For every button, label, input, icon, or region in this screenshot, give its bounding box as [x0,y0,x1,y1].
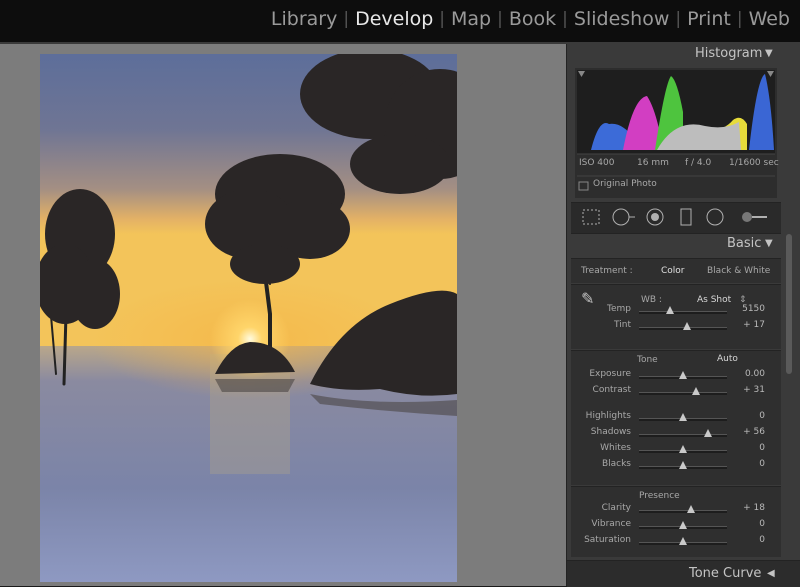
slider-highlights[interactable]: Highlights 0 [567,408,797,424]
slider-value[interactable]: 0 [725,459,765,469]
slider-label: Saturation [584,535,631,545]
slider-vibrance[interactable]: Vibrance 0 [567,516,797,532]
spot-removal-icon[interactable] [612,208,635,226]
slider-shadows[interactable]: Shadows + 56 [567,424,797,440]
module-web[interactable]: Web [743,8,796,30]
slider-label: Highlights [585,411,631,421]
histogram-focal-length: 16 mm [637,158,669,168]
slider-value[interactable]: + 31 [725,385,765,395]
slider-value[interactable]: + 17 [725,320,765,330]
histogram-shutter-speed: 1/1600 sec [729,158,779,168]
slider-thumb[interactable] [679,461,687,469]
slider-contrast[interactable]: Contrast + 31 [567,382,797,398]
slider-value[interactable]: + 56 [725,427,765,437]
slider-thumb[interactable] [679,537,687,545]
module-library[interactable]: Library [265,8,343,30]
slider-whites[interactable]: Whites 0 [567,440,797,456]
slider-thumb[interactable] [666,306,674,314]
module-list: Library | Develop | Map | Book | Slidesh… [265,8,796,30]
tone-curve-header[interactable]: Tone Curve ◀ [567,560,800,587]
slider-label: Exposure [589,369,631,379]
basic-panel-title[interactable]: Basic [727,236,761,251]
tone-auto-button[interactable]: Auto [717,354,738,364]
slider-thumb[interactable] [679,371,687,379]
slider-temp[interactable]: Temp 5150 [567,301,797,317]
slider-track[interactable] [639,434,727,437]
slider-value[interactable]: 0 [725,411,765,421]
slider-label: Whites [600,443,631,453]
expand-tone-curve-icon[interactable]: ◀ [767,568,775,579]
slider-value[interactable]: 5150 [725,304,765,314]
module-picker-bar: Library | Develop | Map | Book | Slidesh… [0,0,800,42]
module-book[interactable]: Book [503,8,562,30]
slider-label: Blacks [601,459,631,469]
histogram-iso: ISO 400 [579,158,615,168]
slider-tint[interactable]: Tint + 17 [567,317,797,333]
tone-group-label: Tone [637,355,658,365]
slider-label: Tint [614,320,631,330]
slider-track[interactable] [639,311,727,314]
slider-label: Vibrance [591,519,631,529]
slider-label: Contrast [592,385,631,395]
treatment-row: Treatment : Color Black & White [571,258,781,283]
treatment-bw-button[interactable]: Black & White [707,266,770,276]
histogram-aperture: f / 4.0 [685,158,712,168]
slider-blacks[interactable]: Blacks 0 [567,456,797,472]
slider-label: Clarity [601,503,631,513]
slider-exposure[interactable]: Exposure 0.00 [567,366,797,382]
treatment-label: Treatment : [581,266,633,276]
slider-thumb[interactable] [704,429,712,437]
panel-scrollbar[interactable] [786,234,792,374]
slider-value[interactable]: 0 [725,443,765,453]
crop-tool-icon[interactable] [582,209,600,225]
radial-filter-icon[interactable] [706,208,724,226]
slider-thumb[interactable] [679,413,687,421]
adjustment-brush-icon[interactable] [742,212,767,222]
treatment-color-button[interactable]: Color [661,266,685,276]
slider-value[interactable]: 0 [725,519,765,529]
slider-value[interactable]: 0.00 [725,369,765,379]
slider-thumb[interactable] [687,505,695,513]
slider-thumb[interactable] [679,445,687,453]
module-slideshow[interactable]: Slideshow [568,8,675,30]
collapse-histogram-icon[interactable]: ▼ [765,48,773,59]
slider-thumb[interactable] [692,387,700,395]
tone-curve-title: Tone Curve [689,566,762,581]
collapse-basic-icon[interactable]: ▼ [765,238,773,249]
photo-preview[interactable] [40,54,457,582]
module-map[interactable]: Map [445,8,497,30]
slider-saturation[interactable]: Saturation 0 [567,532,797,548]
graduated-filter-icon[interactable] [680,208,692,226]
slider-value[interactable]: 0 [725,535,765,545]
original-photo-label[interactable]: Original Photo [593,179,657,189]
slider-label: Temp [607,304,631,314]
module-print[interactable]: Print [681,8,737,30]
slider-thumb[interactable] [683,322,691,330]
slider-value[interactable]: + 18 [725,503,765,513]
histogram-title: Histogram [695,46,763,61]
module-develop[interactable]: Develop [349,8,439,30]
slider-thumb[interactable] [679,521,687,529]
tool-strip [571,202,781,234]
slider-track[interactable] [639,392,727,395]
slider-track[interactable] [639,510,727,513]
slider-label: Shadows [590,427,631,437]
slider-clarity[interactable]: Clarity + 18 [567,500,797,516]
tool-strip-icons [582,208,767,226]
right-panel: Histogram ▼ ISO 400 16 mm f / 4.0 1/1600… [566,44,800,587]
red-eye-icon[interactable] [646,208,664,226]
